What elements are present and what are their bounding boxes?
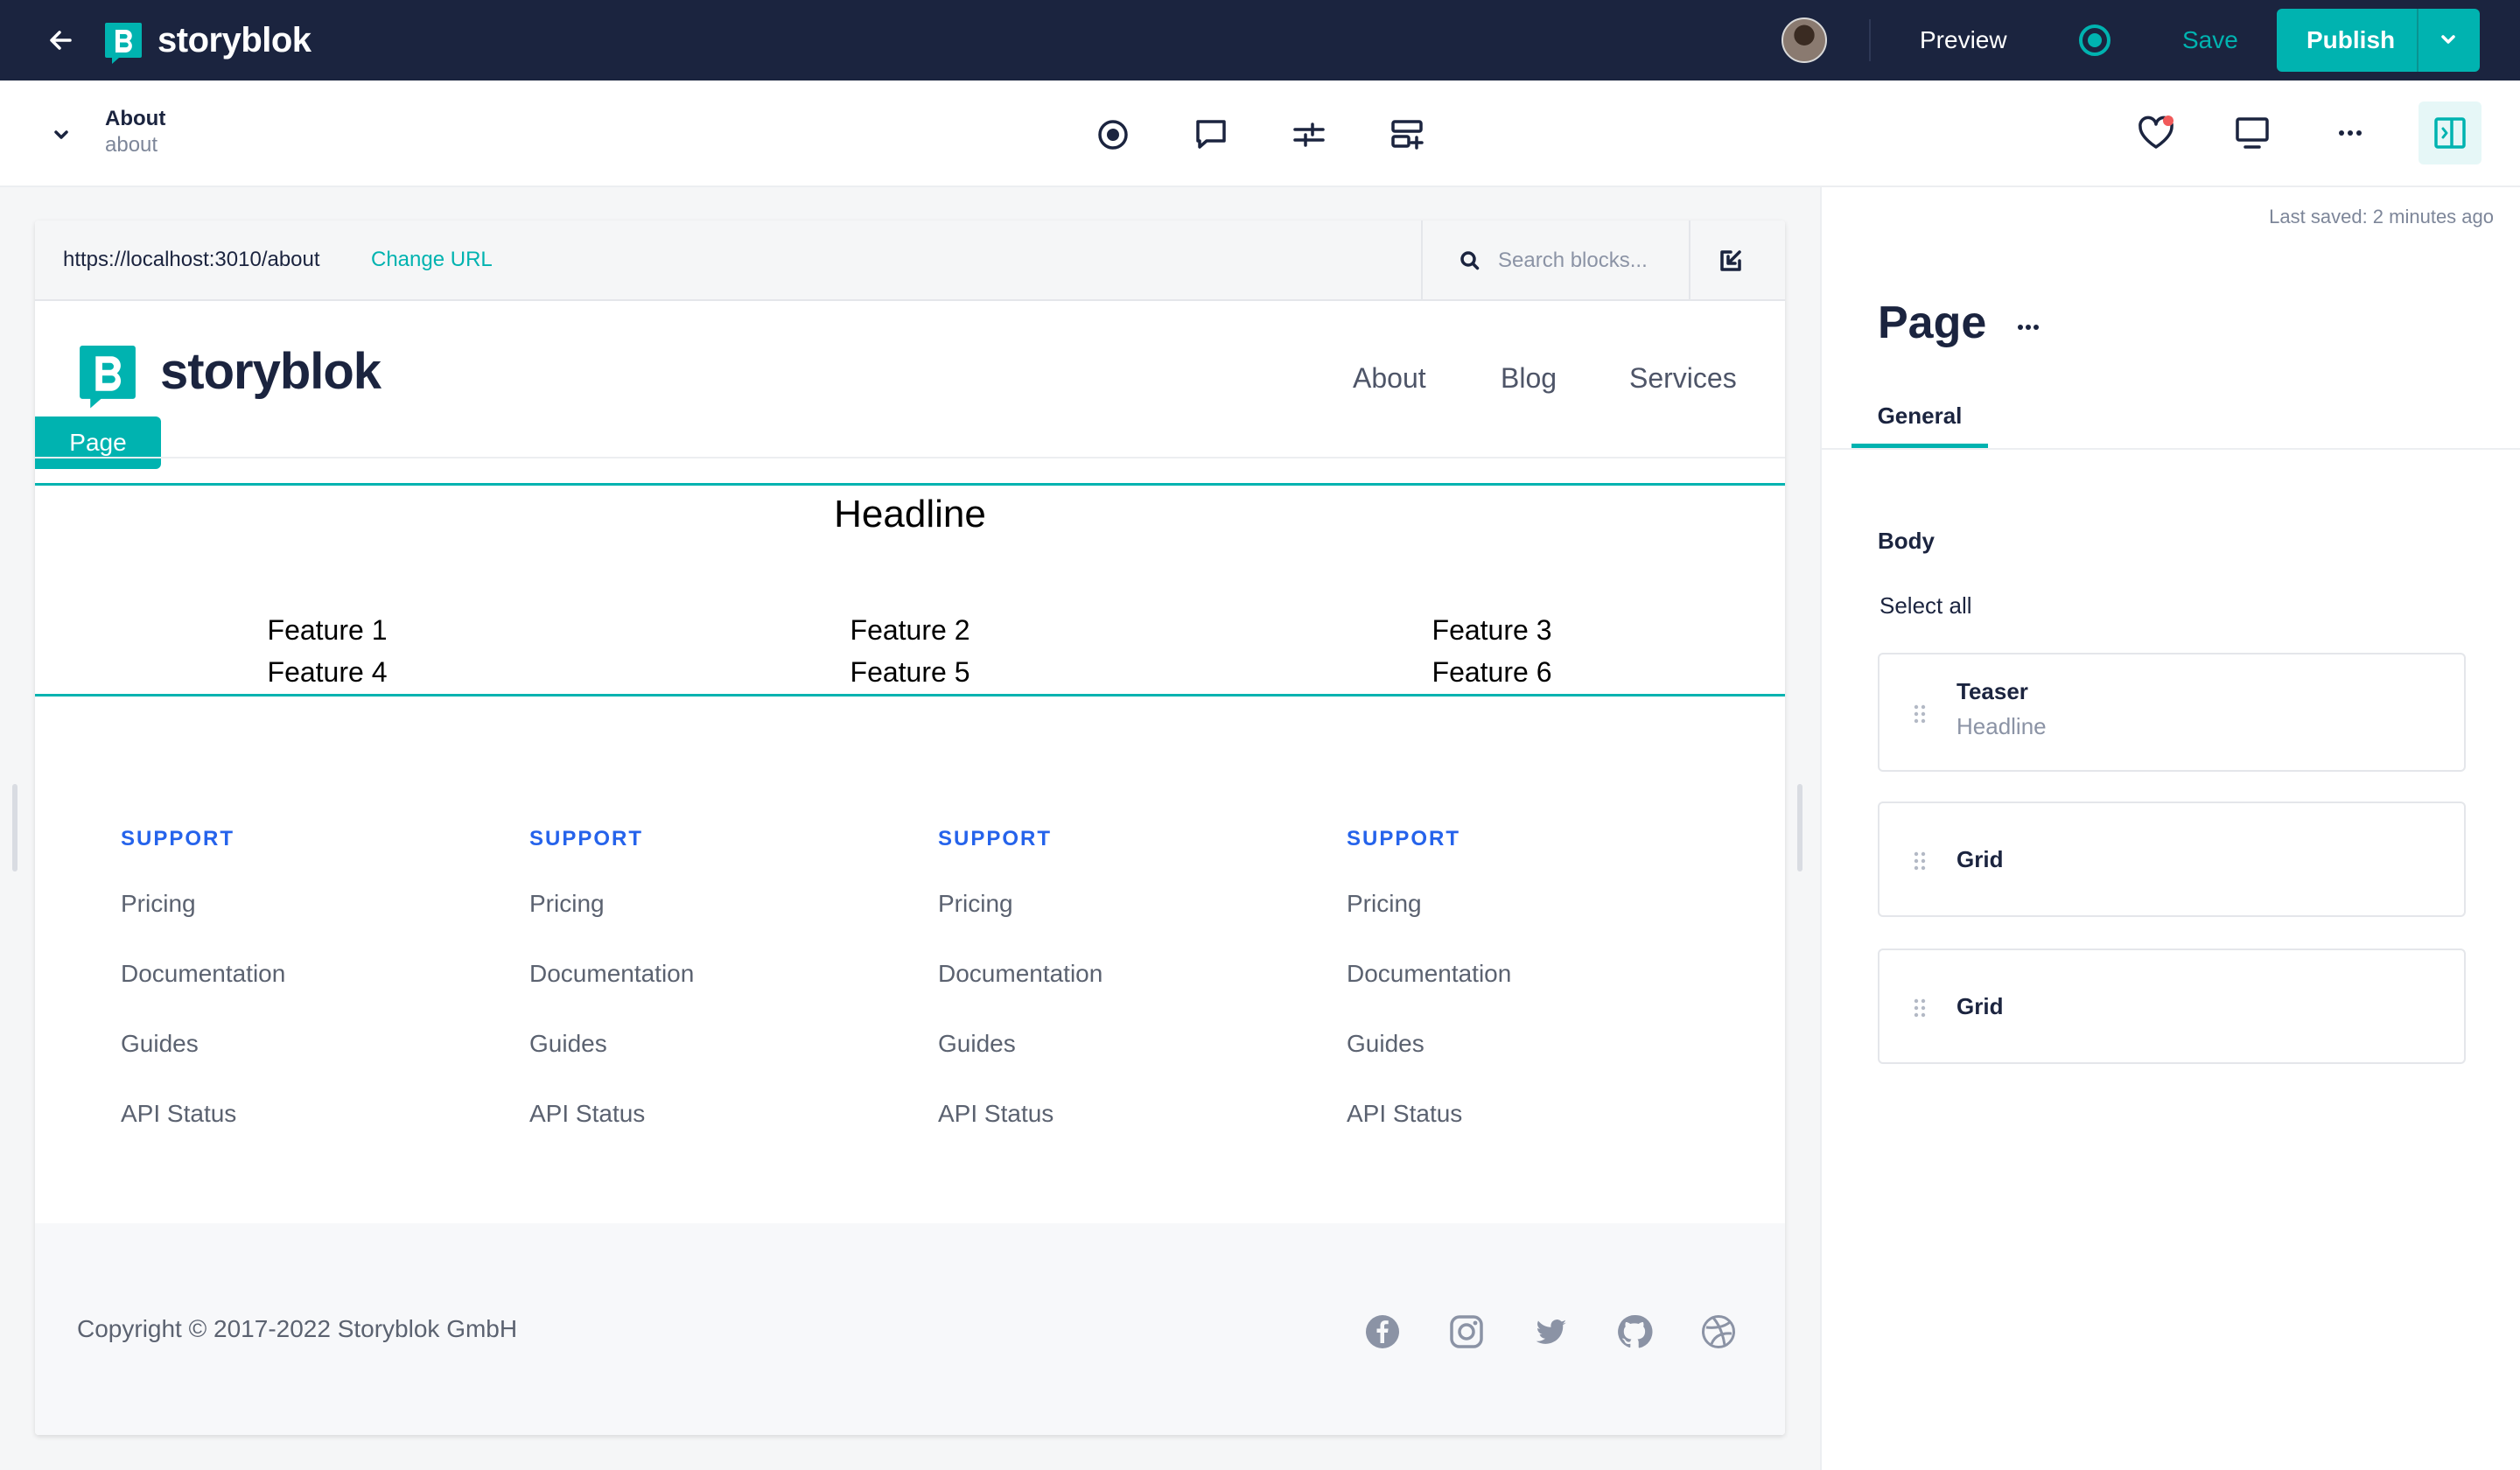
resize-handle-left[interactable] bbox=[12, 784, 18, 872]
target-icon[interactable] bbox=[1092, 114, 1134, 156]
story-toolbar: About about bbox=[0, 80, 2520, 187]
block-card-title: Grid bbox=[1956, 846, 2004, 872]
feature-item[interactable]: Feature 2 bbox=[735, 612, 1085, 648]
footer-link-guides[interactable]: Guides bbox=[121, 1029, 471, 1059]
tab-general[interactable]: General bbox=[1852, 394, 1988, 448]
footer-link-pricing[interactable]: Pricing bbox=[1347, 889, 1697, 919]
divider bbox=[1869, 19, 1871, 61]
preview-url: https://localhost:3010/about bbox=[63, 248, 320, 271]
monitor-icon[interactable] bbox=[2230, 110, 2275, 156]
nav-link-services[interactable]: Services bbox=[1629, 360, 1737, 396]
block-card-grid[interactable]: Grid bbox=[1878, 948, 2466, 1064]
block-card-title: Grid bbox=[1956, 993, 2004, 1019]
field-label-body: Body bbox=[1878, 528, 1935, 554]
status-icon[interactable] bbox=[2079, 24, 2110, 56]
github-icon[interactable] bbox=[1615, 1312, 1654, 1351]
divider bbox=[1822, 448, 2520, 450]
search-input[interactable] bbox=[1498, 243, 1682, 278]
footer-heading: SUPPORT bbox=[1347, 827, 1461, 850]
block-card-grid[interactable]: Grid bbox=[1878, 802, 2466, 917]
panel-title: Page bbox=[1878, 298, 1987, 348]
site-logo-icon[interactable] bbox=[77, 343, 138, 410]
preview-frame: https://localhost:3010/about Change URL … bbox=[35, 220, 1785, 1435]
feature-item[interactable]: Feature 6 bbox=[1317, 654, 1667, 690]
select-all-link[interactable]: Select all bbox=[1880, 592, 1972, 620]
feature-item[interactable]: Feature 5 bbox=[735, 654, 1085, 690]
footer-link-guides[interactable]: Guides bbox=[529, 1029, 879, 1059]
block-settings-panel: Last saved: 2 minutes ago Page General B… bbox=[1820, 187, 2520, 1470]
divider bbox=[35, 457, 1785, 458]
heart-icon[interactable] bbox=[2133, 110, 2179, 156]
comment-icon[interactable] bbox=[1190, 114, 1232, 156]
footer-heading: SUPPORT bbox=[121, 827, 235, 850]
block-card-title: Teaser bbox=[1956, 678, 2028, 704]
footer-link-api-status[interactable]: API Status bbox=[1347, 1099, 1697, 1129]
footer-link-guides[interactable]: Guides bbox=[938, 1029, 1288, 1059]
save-button[interactable]: Save bbox=[2182, 26, 2238, 54]
footer-column: SUPPORT Pricing Documentation Guides API… bbox=[1347, 826, 1697, 1129]
footer-link-documentation[interactable]: Documentation bbox=[529, 959, 879, 989]
footer-link-pricing[interactable]: Pricing bbox=[121, 889, 471, 919]
page-block-badge[interactable]: Page bbox=[35, 416, 161, 469]
top-bar: storyblok Preview Save Publish bbox=[0, 0, 2520, 80]
footer-column: SUPPORT Pricing Documentation Guides API… bbox=[529, 826, 879, 1129]
feature-item[interactable]: Feature 3 bbox=[1317, 612, 1667, 648]
facebook-icon[interactable] bbox=[1363, 1312, 1402, 1351]
footer-link-api-status[interactable]: API Status bbox=[121, 1099, 471, 1129]
more-icon[interactable] bbox=[2011, 310, 2046, 345]
footer-link-documentation[interactable]: Documentation bbox=[1347, 959, 1697, 989]
footer-link-documentation[interactable]: Documentation bbox=[121, 959, 471, 989]
sidebar-panel-icon bbox=[2434, 117, 2466, 149]
site-logo-text[interactable]: storyblok bbox=[160, 341, 382, 402]
footer-link-guides[interactable]: Guides bbox=[1347, 1029, 1697, 1059]
publish-label: Publish bbox=[2306, 26, 2396, 53]
chevron-down-icon[interactable] bbox=[47, 121, 75, 149]
drag-handle-icon[interactable] bbox=[1911, 702, 1928, 726]
nav-link-about[interactable]: About bbox=[1353, 360, 1426, 396]
more-icon[interactable] bbox=[2328, 110, 2373, 156]
dribbble-icon[interactable] bbox=[1699, 1312, 1738, 1351]
brand-name: storyblok bbox=[158, 21, 312, 60]
feature-item[interactable]: Feature 4 bbox=[152, 654, 502, 690]
open-in-new-icon[interactable] bbox=[1713, 243, 1748, 278]
twitter-icon[interactable] bbox=[1531, 1312, 1570, 1351]
footer-column: SUPPORT Pricing Documentation Guides API… bbox=[938, 826, 1288, 1129]
storyblok-logo-icon bbox=[105, 23, 142, 64]
copyright-text: Copyright © 2017-2022 Storyblok GmbH bbox=[77, 1315, 518, 1342]
publish-button[interactable]: Publish bbox=[2277, 9, 2480, 72]
resize-handle-right[interactable] bbox=[1797, 784, 1802, 872]
nav-link-blog[interactable]: Blog bbox=[1501, 360, 1557, 396]
settings-sliders-icon[interactable] bbox=[1288, 114, 1330, 156]
preview-url-bar: https://localhost:3010/about Change URL bbox=[35, 220, 1785, 301]
story-slug: about bbox=[105, 133, 158, 157]
block-card-teaser[interactable]: Teaser Headline bbox=[1878, 653, 2466, 772]
preview-button[interactable]: Preview bbox=[1920, 26, 2007, 54]
search-blocks[interactable] bbox=[1421, 220, 1690, 301]
block-card-subtitle: Headline bbox=[1956, 713, 2047, 739]
user-avatar[interactable] bbox=[1782, 18, 1827, 63]
footer-heading: SUPPORT bbox=[529, 827, 644, 850]
story-name: About bbox=[105, 107, 166, 130]
drag-handle-icon[interactable] bbox=[1911, 996, 1928, 1020]
footer-heading: SUPPORT bbox=[938, 827, 1053, 850]
instagram-icon[interactable] bbox=[1447, 1312, 1486, 1351]
footer-link-pricing[interactable]: Pricing bbox=[529, 889, 879, 919]
add-block-icon[interactable] bbox=[1386, 114, 1428, 156]
chevron-down-icon[interactable] bbox=[2431, 26, 2466, 54]
footer-link-api-status[interactable]: API Status bbox=[529, 1099, 879, 1129]
last-saved-text: Last saved: 2 minutes ago bbox=[2269, 206, 2494, 228]
divider bbox=[2417, 9, 2418, 72]
back-arrow-icon[interactable] bbox=[40, 19, 82, 61]
feature-item[interactable]: Feature 1 bbox=[152, 612, 502, 648]
footer-column: SUPPORT Pricing Documentation Guides API… bbox=[121, 826, 471, 1129]
footer-link-documentation[interactable]: Documentation bbox=[938, 959, 1288, 989]
teaser-headline[interactable]: Headline bbox=[35, 492, 1785, 537]
footer-link-api-status[interactable]: API Status bbox=[938, 1099, 1288, 1129]
footer-link-pricing[interactable]: Pricing bbox=[938, 889, 1288, 919]
change-url-link[interactable]: Change URL bbox=[371, 247, 493, 273]
search-icon bbox=[1460, 251, 1480, 270]
toggle-panel-button[interactable] bbox=[2418, 102, 2482, 164]
drag-handle-icon[interactable] bbox=[1911, 849, 1928, 873]
